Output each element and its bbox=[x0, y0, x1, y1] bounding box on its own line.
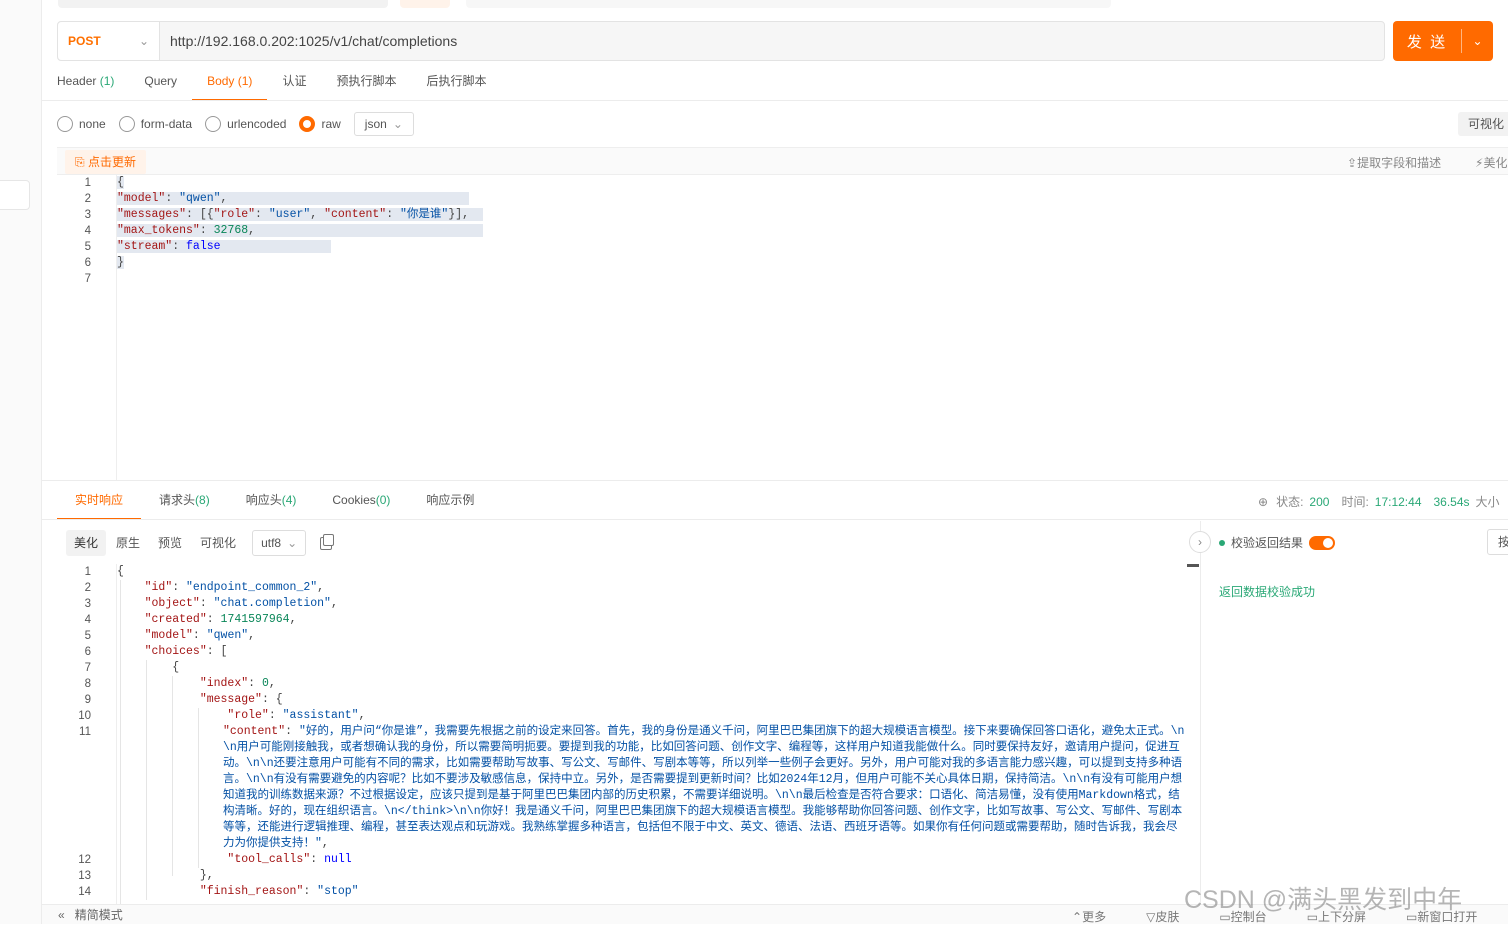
response-status: ⊕ 状态: 200 时间: 17:12:44 36.54s 大小 bbox=[1258, 494, 1500, 510]
status-dot-icon bbox=[1219, 539, 1225, 546]
tab-auth[interactable]: 认证 bbox=[267, 61, 321, 101]
url-bar: POST ⌄ bbox=[57, 21, 1385, 61]
globe-icon: ⊕ bbox=[1258, 494, 1269, 509]
response-toolbar: 美化 原生 预览 可视化 utf8 ⌄ bbox=[66, 530, 335, 556]
send-button-label: 发 送 bbox=[1406, 33, 1448, 51]
line-number-gutter: 1 2 3 4 5 6 7 bbox=[57, 175, 117, 480]
response-duration: 36.54s bbox=[1433, 494, 1470, 509]
editor-toolbar: ⎘ 点击更新 ⇪提取字段和描述 ⚡美化 bbox=[57, 147, 1508, 175]
collapse-panel-chevron-icon[interactable]: › bbox=[1189, 531, 1211, 553]
top-toolbar-cropped bbox=[42, 0, 1508, 10]
status-code: 200 bbox=[1309, 494, 1330, 509]
view-visualize[interactable]: 可视化 bbox=[192, 530, 244, 556]
validate-toggle-row: 校验返回结果 bbox=[1219, 534, 1336, 551]
response-body-code: { "id": "endpoint_common_2", "object": "… bbox=[117, 564, 1187, 904]
tab-header[interactable]: Header (1) bbox=[42, 61, 129, 101]
tab-live-response[interactable]: 实时响应 bbox=[57, 480, 142, 520]
request-tabs: Header (1) Query Body (1) 认证 预执行脚本 后执行脚本 bbox=[42, 61, 501, 101]
validate-toggle[interactable] bbox=[1309, 535, 1336, 550]
tab-body[interactable]: Body (1) bbox=[192, 61, 268, 101]
request-body-editor[interactable]: 1 2 3 4 5 6 7 { "model": "qwen", "messag… bbox=[57, 175, 1508, 480]
sidebar-collapse-handle[interactable] bbox=[0, 180, 30, 210]
validation-panel: › 校验返回结果 按 返回数据校验成功 bbox=[1189, 521, 1508, 904]
tab-request-headers[interactable]: 请求头(8) bbox=[141, 480, 228, 520]
view-preview[interactable]: 预览 bbox=[150, 530, 190, 556]
radio-raw[interactable]: raw bbox=[299, 116, 341, 132]
response-body-viewer: 1 2 3 4 5 6 7 8 9 10 11 12 13 14 { "id":… bbox=[57, 564, 1200, 904]
response-time: 17:12:44 bbox=[1374, 494, 1422, 509]
radio-urlencoded[interactable]: urlencoded bbox=[205, 116, 286, 132]
extract-fields-button[interactable]: ⇪提取字段和描述 bbox=[1347, 154, 1441, 171]
upload-icon: ⇪ bbox=[1347, 156, 1358, 170]
radio-none[interactable]: none bbox=[57, 116, 106, 132]
refresh-icon: ⎘ bbox=[75, 155, 88, 169]
tab-post-script[interactable]: 后执行脚本 bbox=[411, 61, 501, 101]
radio-form-data[interactable]: form-data bbox=[118, 116, 192, 132]
left-sidebar bbox=[0, 0, 42, 924]
line-number-gutter: 1 2 3 4 5 6 7 8 9 10 11 12 13 14 bbox=[57, 564, 117, 904]
tab-query[interactable]: Query bbox=[129, 61, 192, 101]
more-button[interactable]: ⌃更多 bbox=[1072, 908, 1126, 925]
send-options-chevron-icon[interactable]: ⌄ bbox=[1462, 34, 1493, 48]
view-raw[interactable]: 原生 bbox=[108, 530, 148, 556]
watermark: CSDN @满头黑发到中年 bbox=[1184, 886, 1463, 914]
response-scrollbar[interactable] bbox=[1187, 564, 1199, 904]
double-chevron-left-icon: « bbox=[58, 908, 65, 922]
body-type-selector: none form-data urlencoded raw json ⌄ bbox=[57, 112, 414, 136]
tab-pre-script[interactable]: 预执行脚本 bbox=[321, 61, 411, 101]
tab-cookies[interactable]: Cookies(0) bbox=[314, 480, 408, 520]
refresh-button[interactable]: ⎘ 点击更新 bbox=[65, 150, 146, 174]
simple-mode-button[interactable]: « 精简模式 bbox=[58, 906, 123, 923]
visualize-button[interactable]: 可视化 bbox=[1458, 112, 1508, 136]
validation-success-text: 返回数据校验成功 bbox=[1219, 585, 1316, 599]
request-body-code: { "model": "qwen", "messages": [{"role":… bbox=[117, 176, 483, 269]
view-beautify[interactable]: 美化 bbox=[66, 530, 107, 556]
url-input[interactable] bbox=[170, 22, 1384, 60]
beautify-button[interactable]: ⚡美化 bbox=[1475, 154, 1507, 171]
send-button[interactable]: 发 送 ⌄ bbox=[1393, 21, 1493, 61]
tab-response-headers[interactable]: 响应头(4) bbox=[228, 480, 315, 520]
tab-response-examples[interactable]: 响应示例 bbox=[408, 480, 492, 520]
encoding-select[interactable]: utf8 ⌄ bbox=[252, 530, 307, 556]
method-select[interactable]: POST ⌄ bbox=[58, 22, 160, 60]
response-tabs: 实时响应 请求头(8) 响应头(4) Cookies(0) 响应示例 bbox=[57, 480, 492, 520]
copy-icon[interactable] bbox=[320, 533, 335, 550]
panel-action-button[interactable]: 按 bbox=[1487, 529, 1508, 555]
format-select[interactable]: json ⌄ bbox=[353, 112, 414, 136]
